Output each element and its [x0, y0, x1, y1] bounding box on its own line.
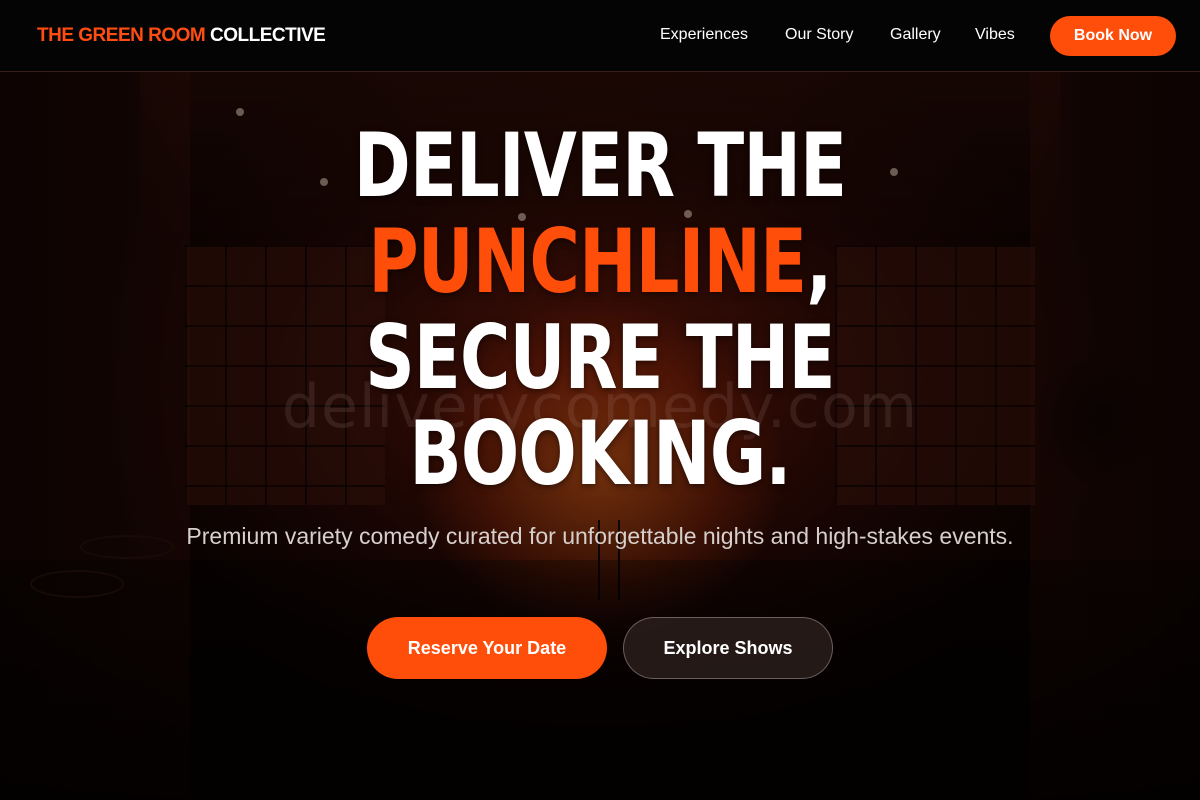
site-header: THE GREEN ROOM COLLECTIVE Experiences Ou…: [0, 0, 1200, 72]
headline-line-3: SECURE THE: [365, 306, 835, 409]
explore-shows-button[interactable]: Explore Shows: [623, 617, 833, 679]
book-now-button[interactable]: Book Now: [1050, 16, 1176, 56]
headline-accent-word: PUNCHLINE: [368, 210, 807, 313]
hero-subtitle: Premium variety comedy curated for unfor…: [186, 523, 1014, 549]
nav-link-experiences[interactable]: Experiences: [660, 26, 748, 44]
logo-accent-text: THE GREEN ROOM: [37, 25, 206, 46]
headline-line-4: BOOKING.: [409, 402, 791, 505]
headline-comma: ,: [806, 210, 832, 313]
landing-page: deliverycomedy.com THE GREEN ROOM COLLEC…: [0, 0, 1200, 800]
headline-line-1: DELIVER THE: [353, 114, 847, 217]
nav-link-our-story[interactable]: Our Story: [785, 26, 853, 44]
headline-line-2: PUNCHLINE,: [132, 214, 1068, 310]
brand-logo[interactable]: THE GREEN ROOM COLLECTIVE: [37, 25, 326, 47]
reserve-your-date-button[interactable]: Reserve Your Date: [367, 617, 607, 679]
nav-link-gallery[interactable]: Gallery: [890, 26, 941, 44]
hero-headline: DELIVER THE PUNCHLINE, SECURE THE BOOKIN…: [0, 118, 1200, 502]
nav-link-vibes[interactable]: Vibes: [975, 26, 1015, 44]
logo-rest-text: COLLECTIVE: [210, 25, 326, 46]
